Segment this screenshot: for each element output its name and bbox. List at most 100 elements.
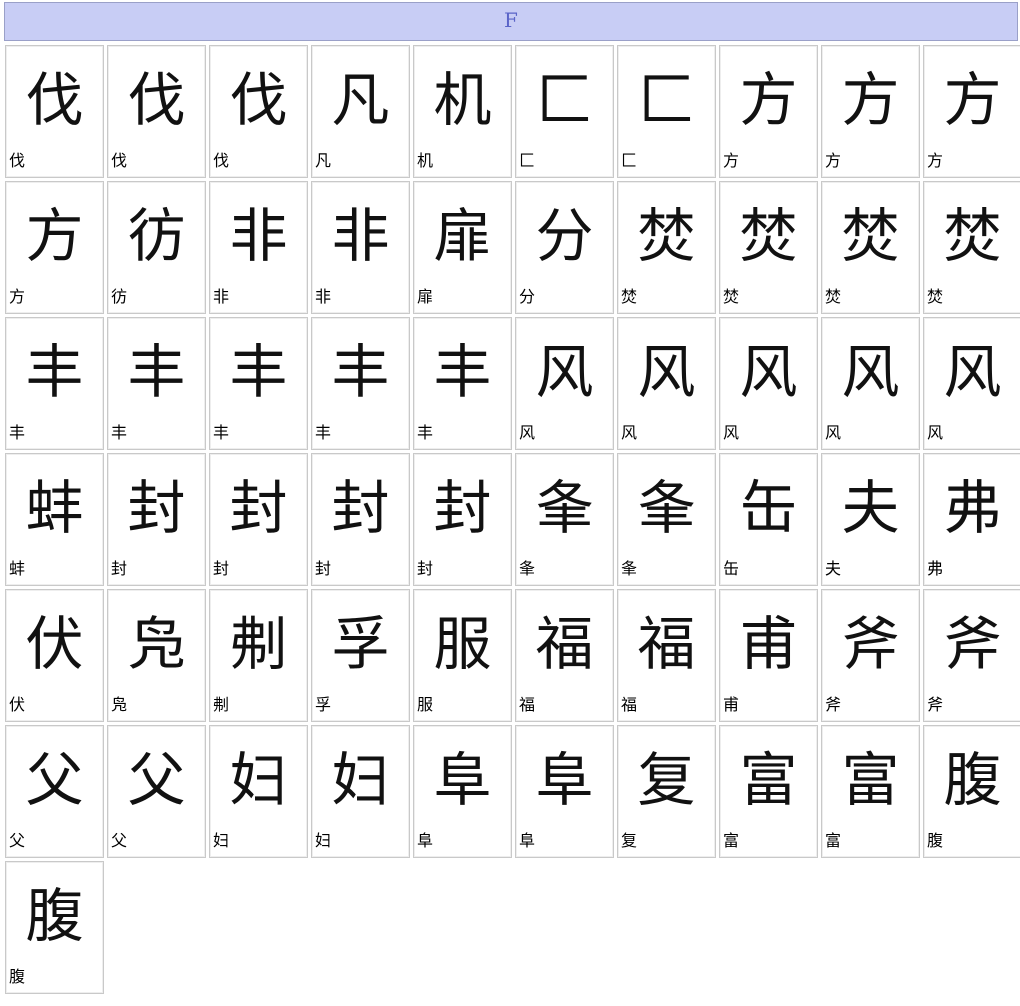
oracle-bone-glyph: 伐 (127, 66, 186, 134)
character-label: 扉 (417, 287, 434, 306)
character-cell: 夫夫 (821, 453, 920, 586)
character-cell: 福福 (617, 589, 716, 722)
character-label: 方 (9, 287, 26, 306)
character-cell: 丰丰 (107, 317, 206, 450)
character-cell: 丰丰 (209, 317, 308, 450)
oracle-bone-glyph: 富 (739, 746, 798, 814)
oracle-bone-glyph: 凫 (127, 610, 186, 678)
character-cell: 夆夆 (515, 453, 614, 586)
character-cell: 方方 (5, 181, 104, 314)
oracle-bone-glyph: 服 (433, 610, 492, 678)
character-cell: 匚匚 (617, 45, 716, 178)
character-label: 伐 (9, 151, 26, 170)
character-label: 凫 (111, 695, 128, 714)
oracle-bone-glyph: 腹 (943, 746, 1002, 814)
oracle-bone-glyph: 焚 (739, 202, 798, 270)
character-label: 刜 (213, 695, 230, 714)
character-label: 封 (213, 559, 230, 578)
character-cell: 斧斧 (923, 589, 1020, 722)
character-label: 斧 (927, 695, 944, 714)
character-label: 孚 (315, 695, 332, 714)
oracle-bone-glyph: 凡 (331, 66, 390, 134)
oracle-bone-glyph: 封 (433, 474, 492, 542)
character-label: 甫 (723, 695, 740, 714)
character-cell: 福福 (515, 589, 614, 722)
character-cell: 富富 (821, 725, 920, 858)
character-cell: 丰丰 (413, 317, 512, 450)
oracle-bone-glyph: 甫 (739, 610, 798, 678)
oracle-bone-glyph: 夆 (535, 474, 594, 542)
oracle-bone-glyph: 福 (637, 610, 696, 678)
oracle-bone-glyph: 封 (127, 474, 186, 542)
character-label: 方 (825, 151, 842, 170)
oracle-bone-glyph: 非 (331, 202, 390, 270)
character-label: 封 (417, 559, 434, 578)
character-label: 阜 (519, 831, 536, 850)
character-cell: 风风 (923, 317, 1020, 450)
character-cell: 封封 (107, 453, 206, 586)
oracle-bone-glyph: 丰 (433, 338, 492, 406)
oracle-bone-glyph: 扉 (433, 202, 492, 270)
oracle-bone-glyph: 风 (535, 338, 594, 406)
character-label: 服 (417, 695, 434, 714)
character-label: 凡 (315, 151, 332, 170)
oracle-bone-glyph: 伐 (25, 66, 84, 134)
character-label: 阜 (417, 831, 434, 850)
character-label: 妇 (213, 831, 230, 850)
character-cell: 方方 (923, 45, 1020, 178)
oracle-bone-glyph: 风 (637, 338, 696, 406)
oracle-bone-glyph: 福 (535, 610, 594, 678)
character-label: 机 (417, 151, 434, 170)
character-label: 富 (723, 831, 740, 850)
oracle-bone-glyph: 阜 (433, 746, 492, 814)
character-label: 风 (723, 423, 740, 442)
character-label: 丰 (417, 423, 434, 442)
character-cell: 父父 (5, 725, 104, 858)
character-cell: 服服 (413, 589, 512, 722)
oracle-bone-glyph: 妇 (331, 746, 390, 814)
character-cell: 丰丰 (5, 317, 104, 450)
character-label: 缶 (723, 559, 740, 578)
character-cell: 斧斧 (821, 589, 920, 722)
oracle-bone-glyph: 腹 (25, 882, 84, 950)
character-cell: 封封 (209, 453, 308, 586)
character-cell: 阜阜 (515, 725, 614, 858)
character-cell: 凡凡 (311, 45, 410, 178)
character-label: 富 (825, 831, 842, 850)
oracle-bone-glyph: 富 (841, 746, 900, 814)
character-cell: 焚焚 (617, 181, 716, 314)
character-cell: 妇妇 (311, 725, 410, 858)
character-cell: 非非 (209, 181, 308, 314)
oracle-bone-glyph: 丰 (25, 338, 84, 406)
character-cell: 伏伏 (5, 589, 104, 722)
oracle-bone-glyph: 风 (841, 338, 900, 406)
character-cell: 复复 (617, 725, 716, 858)
character-label: 伐 (111, 151, 128, 170)
character-cell: 风风 (719, 317, 818, 450)
oracle-bone-glyph: 封 (229, 474, 288, 542)
character-cell: 丰丰 (311, 317, 410, 450)
character-cell: 方方 (719, 45, 818, 178)
oracle-bone-glyph: 方 (841, 66, 900, 134)
character-label: 丰 (111, 423, 128, 442)
oracle-bone-glyph: 缶 (739, 474, 798, 542)
section-header-letter: F (4, 2, 1018, 41)
character-cell: 孚孚 (311, 589, 410, 722)
character-label: 分 (519, 287, 536, 306)
oracle-bone-glyph: 风 (943, 338, 1002, 406)
character-label: 方 (723, 151, 740, 170)
oracle-bone-glyph: 丰 (127, 338, 186, 406)
character-cell: 非非 (311, 181, 410, 314)
character-label: 弗 (927, 559, 944, 578)
oracle-bone-glyph: 妇 (229, 746, 288, 814)
character-label: 匚 (621, 151, 638, 170)
character-label: 彷 (111, 287, 128, 306)
character-label: 非 (213, 287, 230, 306)
character-cell: 伐伐 (5, 45, 104, 178)
character-label: 腹 (9, 967, 26, 986)
character-label: 福 (621, 695, 638, 714)
character-label: 腹 (927, 831, 944, 850)
character-label: 伐 (213, 151, 230, 170)
oracle-bone-glyph: 机 (433, 66, 492, 134)
oracle-bone-glyph: 夫 (841, 474, 900, 542)
